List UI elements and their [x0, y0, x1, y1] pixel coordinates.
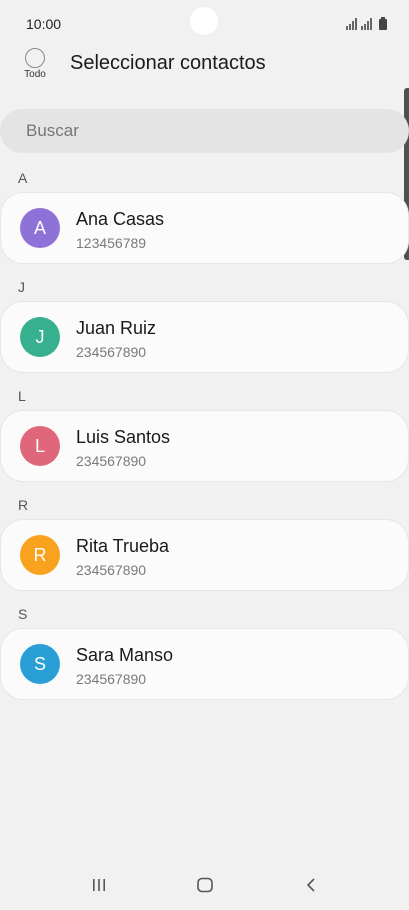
avatar: S [20, 644, 60, 684]
recent-apps-button[interactable] [84, 872, 114, 898]
front-camera-cutout [190, 7, 218, 35]
select-all-label: Todo [24, 69, 46, 80]
battery-icon [379, 17, 387, 30]
avatar: J [20, 317, 60, 357]
contact-number: 234567890 [76, 562, 147, 578]
contact-item[interactable]: A Ana Casas 123456789 [1, 193, 408, 263]
avatar: R [20, 535, 60, 575]
select-all-checkbox[interactable]: Todo [22, 48, 48, 80]
contact-item[interactable]: R Rita Trueba 234567890 [1, 520, 408, 590]
contact-number: 123456789 [76, 235, 147, 251]
contact-name: Ana Casas [76, 209, 165, 229]
contact-name: Rita Trueba [76, 536, 170, 556]
signal-icon [346, 18, 357, 30]
search-input[interactable] [24, 120, 368, 142]
contact-name: Juan Ruiz [76, 318, 157, 338]
checkbox-circle-icon [25, 48, 45, 68]
back-button[interactable] [297, 872, 327, 898]
back-icon [306, 878, 315, 892]
section-header: J [18, 279, 25, 295]
status-icons [346, 16, 387, 30]
contact-item[interactable]: S Sara Manso 234567890 [1, 629, 408, 699]
contact-number: 234567890 [76, 671, 147, 687]
recent-apps-icon [93, 879, 105, 891]
home-icon [197, 877, 213, 893]
contact-name: Luis Santos [76, 427, 171, 447]
avatar: L [20, 426, 60, 466]
page-title: Seleccionar contactos [70, 52, 266, 74]
contact-item[interactable]: L Luis Santos 234567890 [1, 411, 408, 481]
contact-item[interactable]: J Juan Ruiz 234567890 [1, 302, 408, 372]
status-bar: 10:00 [0, 0, 409, 44]
search-bar[interactable] [0, 109, 409, 153]
section-header: R [18, 497, 29, 513]
avatar: A [20, 208, 60, 248]
home-button[interactable] [190, 872, 220, 898]
contact-number: 234567890 [76, 453, 147, 469]
contact-number: 234567890 [76, 344, 147, 360]
contact-picker-screen: 10:00 Todo Seleccionar contactos A A Ana… [0, 0, 409, 910]
navigation-bar [0, 862, 409, 910]
contact-name: Sara Manso [76, 645, 174, 665]
section-header: A [18, 170, 28, 186]
signal-icon [361, 18, 372, 30]
status-time: 10:00 [26, 16, 62, 32]
section-header: L [18, 388, 26, 404]
section-header: S [18, 606, 28, 622]
